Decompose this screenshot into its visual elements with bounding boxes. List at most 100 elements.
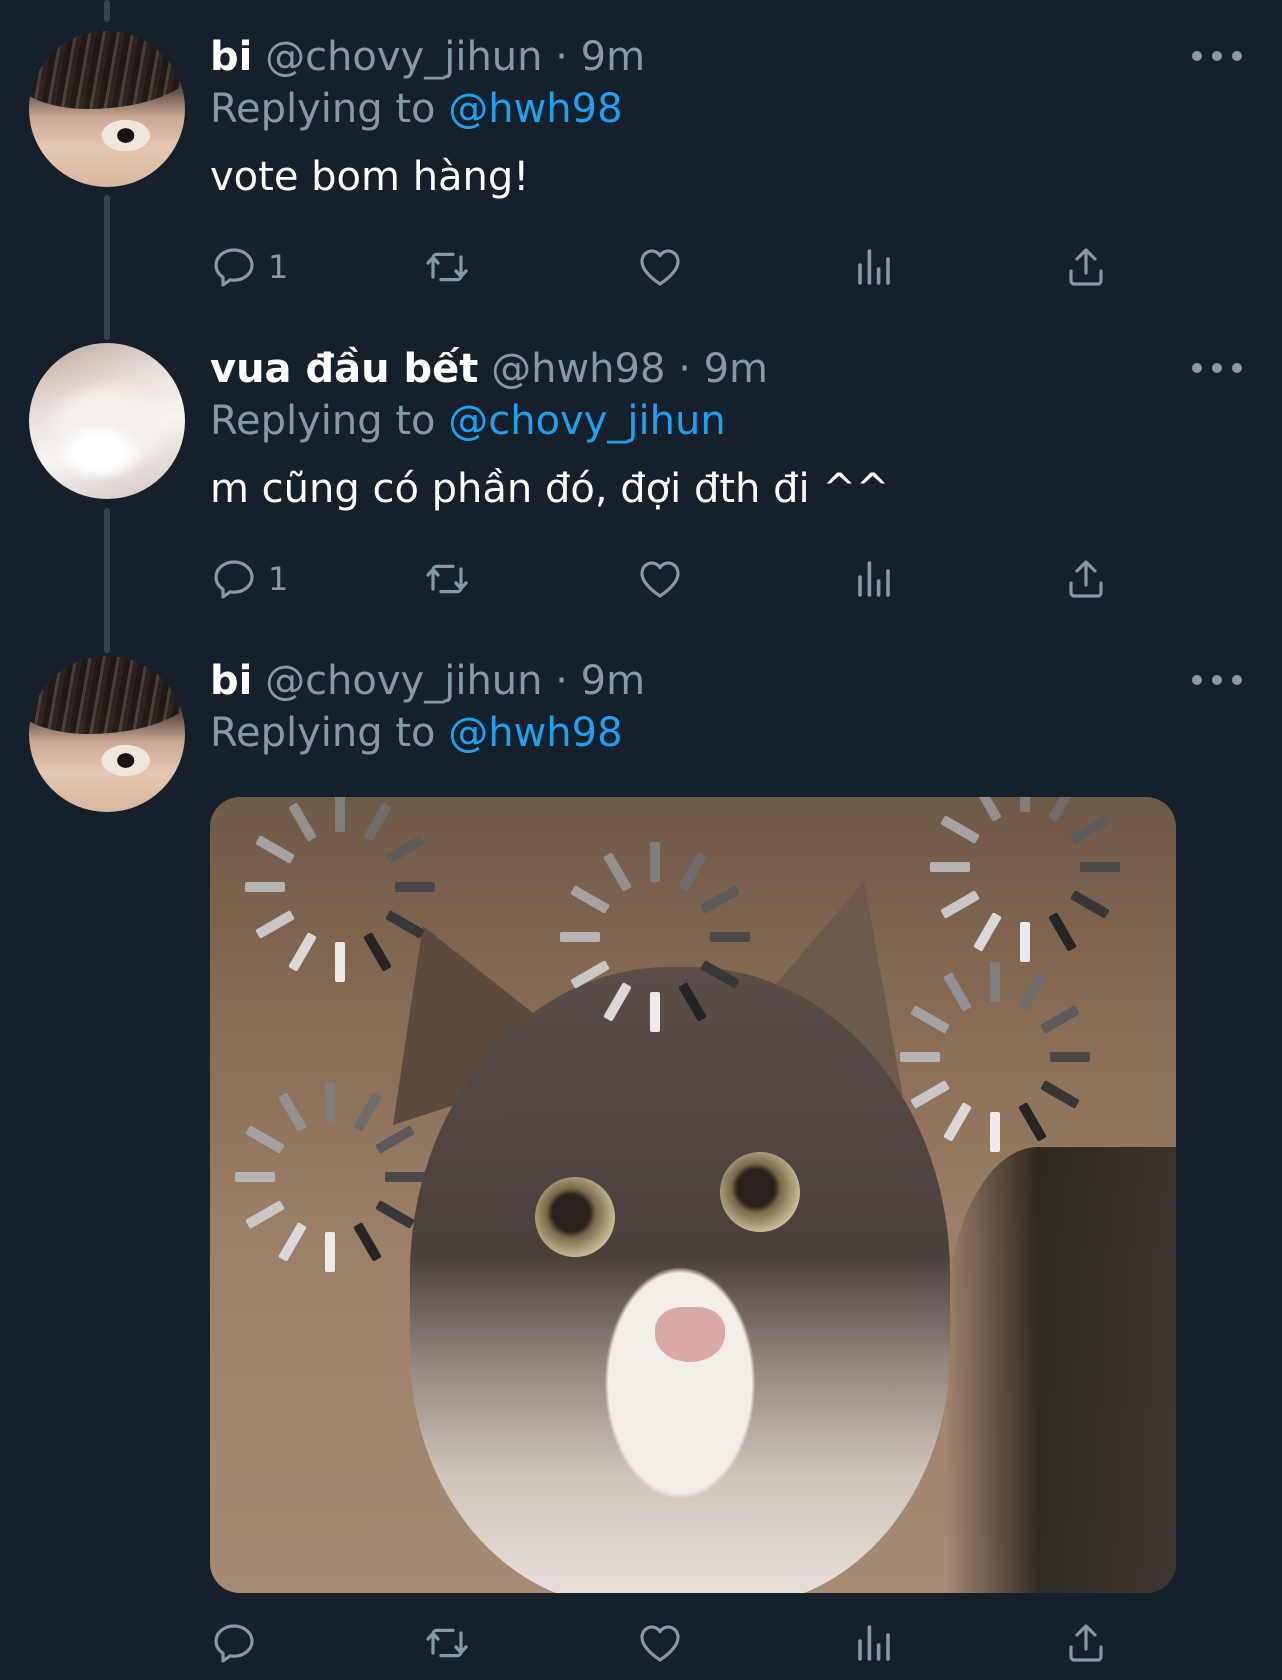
loading-spinner-icon <box>560 842 750 1032</box>
spinner-bar <box>245 1125 285 1154</box>
display-name[interactable]: bi <box>210 34 252 80</box>
share-button[interactable] <box>1062 1616 1110 1670</box>
share-icon <box>1069 248 1103 286</box>
spinner-bar <box>1080 862 1120 872</box>
like-button[interactable] <box>636 552 684 606</box>
spinner-bar <box>363 932 392 972</box>
spinner-bar <box>678 852 707 892</box>
spinner-bar <box>1018 1102 1047 1142</box>
spinner-bar <box>990 962 1000 1002</box>
avatar[interactable] <box>29 343 185 499</box>
spinner-bar <box>245 882 285 892</box>
display-name[interactable]: bi <box>210 658 252 704</box>
mention-link[interactable]: @hwh98 <box>448 710 622 756</box>
spinner-bar <box>363 802 392 842</box>
retweet-button[interactable] <box>423 240 471 294</box>
analytics-button[interactable] <box>850 1616 898 1670</box>
separator: · <box>678 346 691 392</box>
like-icon <box>640 561 680 598</box>
tweet-text: m cũng có phần đó, đợi đth đi ^^ <box>210 466 890 512</box>
spinner-bar <box>1018 972 1047 1012</box>
tweet-header: vua đầu bết @hwh98 · 9m <box>210 344 768 394</box>
display-name[interactable]: vua đầu bết <box>210 346 478 392</box>
spinner-bar <box>235 1172 275 1182</box>
mention-link[interactable]: @hwh98 <box>448 86 622 132</box>
loading-spinner-icon <box>930 797 1120 962</box>
spinner-bar <box>973 912 1002 952</box>
replying-label: Replying to <box>210 398 436 444</box>
replying-to: Replying to @chovy_jihun <box>210 396 726 446</box>
spinner-bar <box>385 910 425 939</box>
spinner-bar <box>910 1005 950 1034</box>
spinner-bar <box>678 982 707 1022</box>
spinner-bar <box>940 890 980 919</box>
spinner-bar <box>375 1200 415 1229</box>
more-icon[interactable] <box>1192 358 1242 378</box>
reply-button[interactable] <box>210 1616 258 1670</box>
spinner-bar <box>1070 815 1110 844</box>
reply-icon <box>214 1624 254 1663</box>
separator: · <box>555 658 568 704</box>
spinner-bar <box>1040 1005 1080 1034</box>
spinner-bar <box>1020 797 1030 812</box>
tweet-2[interactable]: vua đầu bết @hwh98 · 9m Replying to @cho… <box>0 330 1282 642</box>
spinner-bar <box>1040 1080 1080 1109</box>
share-button[interactable] <box>1062 240 1110 294</box>
cat-shadow <box>946 1147 1176 1593</box>
reply-button[interactable]: 1 <box>210 552 288 606</box>
like-icon <box>640 1625 680 1662</box>
analytics-icon <box>858 249 890 285</box>
action-bar <box>210 1616 1130 1670</box>
cat-eye-left <box>535 1177 615 1257</box>
reply-icon <box>214 248 254 287</box>
tweet-media-image[interactable] <box>210 797 1176 1593</box>
share-button[interactable] <box>1062 552 1110 606</box>
spinner-bar <box>943 972 972 1012</box>
spinner-bar <box>973 797 1002 822</box>
loading-spinner-icon <box>235 1082 425 1272</box>
more-icon[interactable] <box>1192 670 1242 690</box>
user-handle[interactable]: @chovy_jihun <box>265 34 542 80</box>
tweet-text: vote bom hàng! <box>210 154 530 200</box>
spinner-bar <box>1050 1052 1090 1062</box>
timestamp[interactable]: 9m <box>581 658 645 704</box>
avatar[interactable] <box>29 656 185 812</box>
spinner-bar <box>255 835 295 864</box>
spinner-bar <box>930 862 970 872</box>
like-button[interactable] <box>636 240 684 294</box>
like-button[interactable] <box>636 1616 684 1670</box>
spinner-bar <box>278 1092 307 1132</box>
spinner-bar <box>603 852 632 892</box>
spinner-bar <box>603 982 632 1022</box>
avatar[interactable] <box>29 31 185 187</box>
separator: · <box>555 34 568 80</box>
share-icon <box>1069 560 1103 598</box>
reply-button[interactable]: 1 <box>210 240 288 294</box>
spinner-bar <box>1020 922 1030 962</box>
retweet-icon <box>426 252 468 282</box>
retweet-button[interactable] <box>423 552 471 606</box>
user-handle[interactable]: @chovy_jihun <box>265 658 542 704</box>
spinner-bar <box>288 802 317 842</box>
mention-link[interactable]: @chovy_jihun <box>448 398 725 444</box>
retweet-button[interactable] <box>423 1616 471 1670</box>
cat-eye-right <box>720 1152 800 1232</box>
spinner-bar <box>560 932 600 942</box>
analytics-icon <box>858 1625 890 1661</box>
replying-label: Replying to <box>210 710 436 756</box>
retweet-icon <box>426 1628 468 1658</box>
analytics-button[interactable] <box>850 552 898 606</box>
analytics-icon <box>858 561 890 597</box>
spinner-bar <box>570 885 610 914</box>
more-icon[interactable] <box>1192 46 1242 66</box>
spinner-bar <box>1070 890 1110 919</box>
analytics-button[interactable] <box>850 240 898 294</box>
timestamp[interactable]: 9m <box>704 346 768 392</box>
tweet-3[interactable]: bi @chovy_jihun · 9m Replying to @hwh98 <box>0 642 1282 1680</box>
timestamp[interactable]: 9m <box>581 34 645 80</box>
spinner-bar <box>943 1102 972 1142</box>
tweet-1[interactable]: bi @chovy_jihun · 9m Replying to @hwh98 … <box>0 0 1282 330</box>
loading-spinner-icon <box>900 962 1090 1152</box>
user-handle[interactable]: @hwh98 <box>491 346 665 392</box>
spinner-bar <box>353 1222 382 1262</box>
